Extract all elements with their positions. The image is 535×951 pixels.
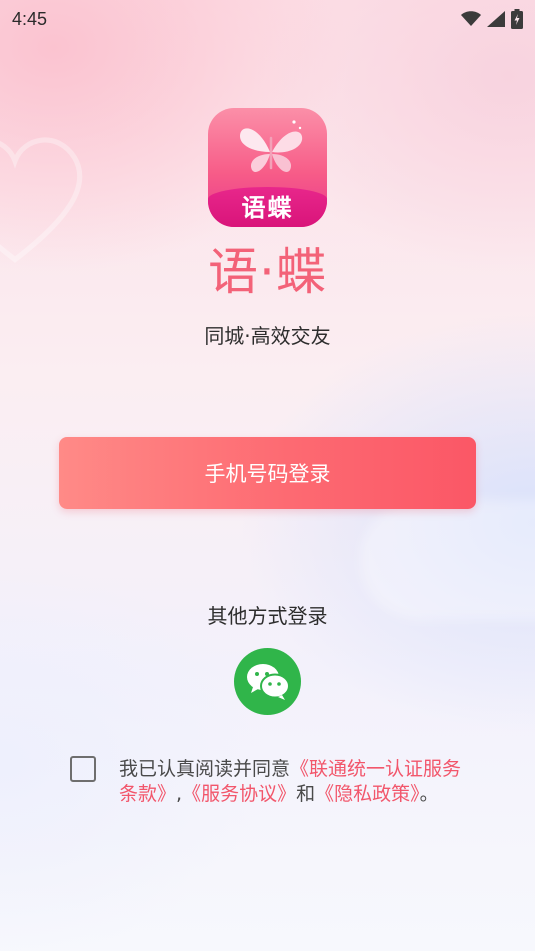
agreement-suffix: 。 [419, 783, 439, 805]
status-time: 4:45 [12, 8, 48, 29]
other-login-title: 其他方式登录 [207, 604, 328, 628]
privacy-policy-link[interactable]: 《隐私政策》 [315, 783, 420, 805]
wifi-icon [461, 11, 481, 26]
phone-login-button[interactable]: 手机号码登录 [59, 437, 476, 509]
battery-charging-icon [511, 9, 523, 29]
agreement-checkbox[interactable] [70, 756, 96, 782]
service-agreement-link[interactable]: 《服务协议》 [182, 783, 296, 805]
status-bar: 4:45 [0, 0, 535, 38]
butterfly-icon [240, 120, 303, 173]
wechat-icon [246, 663, 290, 700]
app-slogan: 同城·高效交友 [204, 324, 331, 348]
login-screen: 4:45 语蝶 语·蝶 同城·高效交友 手机号码登录 其他方式登录 我已认真阅读… [0, 0, 535, 951]
app-logo-text: 语蝶 [241, 194, 294, 222]
app-name: 语·蝶 [208, 243, 327, 301]
agreement-prefix: 我已认真阅读并同意 [119, 758, 291, 780]
signal-icon [487, 11, 505, 27]
wechat-login-button[interactable] [234, 648, 301, 715]
status-icons [461, 9, 523, 29]
agreement-conjunction: 和 [296, 783, 316, 805]
app-logo: 语蝶 [208, 108, 327, 227]
agreement-text: 我已认真阅读并同意《联通统一认证服务条款》,《服务协议》和《隐私政策》。 [119, 757, 464, 807]
